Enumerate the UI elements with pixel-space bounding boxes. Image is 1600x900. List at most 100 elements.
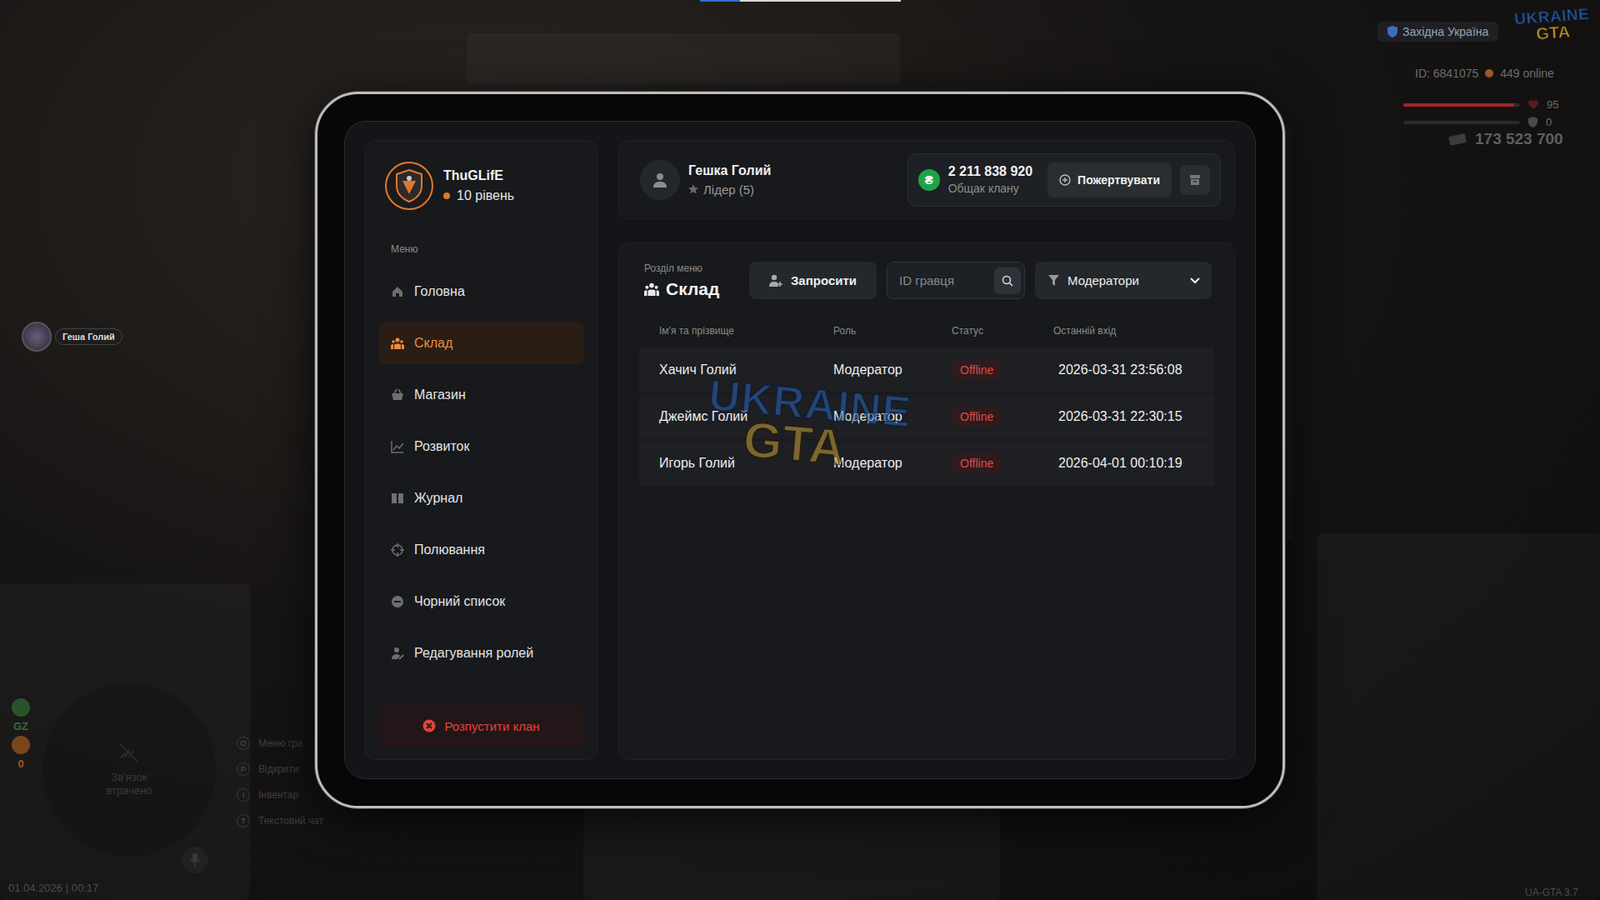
archive-icon — [1189, 174, 1201, 186]
wanted-icon — [11, 735, 30, 755]
background-shape — [466, 33, 900, 84]
minimap: Зв'язок втрачено — [42, 683, 216, 857]
table-row[interactable]: Хачич ГолийМодераторOffline2026-03-31 23… — [639, 347, 1215, 393]
member-name: Хачич Голий — [659, 362, 834, 378]
player-search[interactable] — [886, 261, 1025, 300]
section-caption: Розділ меню — [644, 262, 740, 275]
health-fill — [1403, 103, 1515, 107]
hotkey-key: I — [236, 788, 250, 802]
book-icon — [390, 491, 405, 505]
last-login: 2026-04-01 00:10:19 — [1053, 455, 1215, 471]
disband-label: Розпустити клан — [444, 719, 540, 734]
member-role: Модератор — [833, 409, 952, 425]
user-name: Гешка Голий — [688, 163, 771, 179]
user-info: Гешка ГолийЛідер (5) — [688, 163, 771, 197]
menu-title: Меню — [390, 243, 585, 255]
no-signal-icon — [118, 742, 140, 765]
member-name: Джеймс Голий — [659, 409, 834, 425]
shield-icon — [1387, 25, 1398, 38]
table-row[interactable]: Игорь ГолийМодераторOffline2026-04-01 00… — [639, 440, 1215, 486]
tablet-screen: ThuGLifE10 рівень Меню Головна Склад Магазин… — [344, 120, 1256, 780]
members-icon — [390, 336, 405, 350]
status-badge: Offline — [951, 452, 1002, 475]
health-reading: 95 — [1546, 98, 1559, 111]
sidebar-item-label: Журнал — [414, 490, 463, 506]
status-cell: Offline — [951, 405, 1054, 428]
clan-emblem-icon — [395, 169, 424, 203]
members-icon — [644, 281, 660, 297]
donate-button[interactable]: Пожертвувати — [1047, 162, 1172, 198]
member-name: Игорь Голий — [659, 455, 834, 471]
sidebar-item-label: Чорний список — [414, 594, 505, 610]
sidebar-item-label: Магазин — [414, 387, 466, 403]
search-button[interactable] — [994, 267, 1021, 295]
sidebar-item-label: Головна — [414, 284, 465, 300]
status-icons: GZ0 — [11, 698, 30, 770]
microphone-icon — [189, 852, 201, 868]
clan-header: ThuGLifE10 рівень — [378, 161, 585, 210]
watermark-line: GTA — [741, 414, 848, 473]
health-track — [1403, 103, 1520, 107]
section-heading: Розділ меню Склад — [639, 262, 740, 300]
hotkey-hint: IІнвентар — [236, 788, 324, 802]
clan-logo — [385, 161, 434, 210]
table-row[interactable]: Джеймс ГолийМодераторOffline2026-03-31 2… — [639, 394, 1215, 440]
sidebar-item-label: Редагування ролей — [414, 645, 534, 661]
hotkey-hints: OМеню граPВідкритиIІнвентарTТекстовий ча… — [236, 736, 324, 828]
section-title: Склад — [644, 279, 740, 300]
vitals: 950 — [1403, 98, 1559, 129]
member-role: Модератор — [833, 362, 952, 378]
invite-label: Запросити — [790, 273, 857, 288]
invite-button[interactable]: Запросити — [749, 261, 877, 300]
archive-button[interactable] — [1180, 165, 1210, 195]
sidebar-item[interactable]: Магазин — [378, 373, 585, 416]
user-avatar — [640, 160, 680, 200]
loading-bar — [700, 0, 901, 2]
logo-line: GTA — [1535, 23, 1571, 43]
tablet: ThuGLifE10 рівень Меню Головна Склад Магазин… — [315, 91, 1285, 809]
armor-icon — [1528, 116, 1538, 128]
treasury-label: Общак клану — [948, 181, 1033, 195]
role-filter[interactable]: Модератори — [1035, 261, 1212, 300]
panel-toolbar: Розділ меню Склад Запросити Модератори — [639, 261, 1215, 300]
watermark-line: UKRAINE — [707, 373, 915, 435]
column-header: Роль — [833, 325, 952, 337]
column-header: Ім'я та прізвище — [659, 325, 834, 337]
voice-button[interactable] — [181, 846, 209, 874]
sidebar-item[interactable]: Склад — [378, 321, 585, 365]
sidebar-item[interactable]: Головна — [378, 270, 585, 313]
game-screen: Західна УкраїнаUKRAINEGTAID: 6841075449 … — [0, 0, 1600, 900]
minimap-status: Зв'язок втрачено — [87, 770, 171, 797]
hotkey-key: T — [236, 814, 250, 828]
sidebar-menu: Головна Склад Магазин Розвиток Журнал Полюван… — [378, 270, 585, 675]
online-count: 449 online — [1500, 66, 1555, 80]
money-amount: 173 523 700 — [1475, 130, 1564, 149]
sidebar-item[interactable]: Розвиток — [378, 425, 585, 468]
player-id-input[interactable] — [899, 273, 995, 288]
server-info: ID: 6841075449 online — [1415, 66, 1555, 80]
column-header: Статус — [951, 325, 1054, 337]
hotkey-label: Відкрити — [258, 763, 300, 775]
heart-icon — [1528, 100, 1539, 110]
loading-bar-fill — [700, 0, 740, 2]
clan-name: ThuGLifE — [443, 168, 515, 184]
sidebar-item[interactable]: Чорний список — [378, 580, 585, 623]
sidebar-item[interactable]: Полювання — [378, 528, 585, 571]
sidebar-item[interactable]: Журнал — [378, 476, 585, 520]
donate-label: Пожертвувати — [1077, 173, 1160, 187]
crosshair-icon — [390, 543, 405, 557]
role-edit-icon — [390, 646, 405, 660]
background-shape — [583, 800, 1000, 900]
disband-button[interactable]: Розпустити клан — [378, 704, 585, 748]
status-badge: Offline — [951, 359, 1002, 381]
sidebar-item[interactable]: Редагування ролей — [378, 631, 585, 675]
region-badge: Західна Україна — [1377, 21, 1499, 42]
hotkey-key: O — [236, 736, 250, 750]
level-dot — [443, 192, 450, 200]
blacklist-icon — [390, 595, 405, 609]
money-display: 173 523 700 — [1448, 130, 1564, 149]
status-cell: Offline — [951, 359, 1054, 381]
table-header: Ім'я та прізвищеРольСтатусОстанній вхід — [639, 322, 1215, 340]
table-body: Хачич ГолийМодераторOffline2026-03-31 23… — [639, 347, 1215, 486]
sidebar: ThuGLifE10 рівень Меню Головна Склад Магазин… — [365, 140, 598, 760]
